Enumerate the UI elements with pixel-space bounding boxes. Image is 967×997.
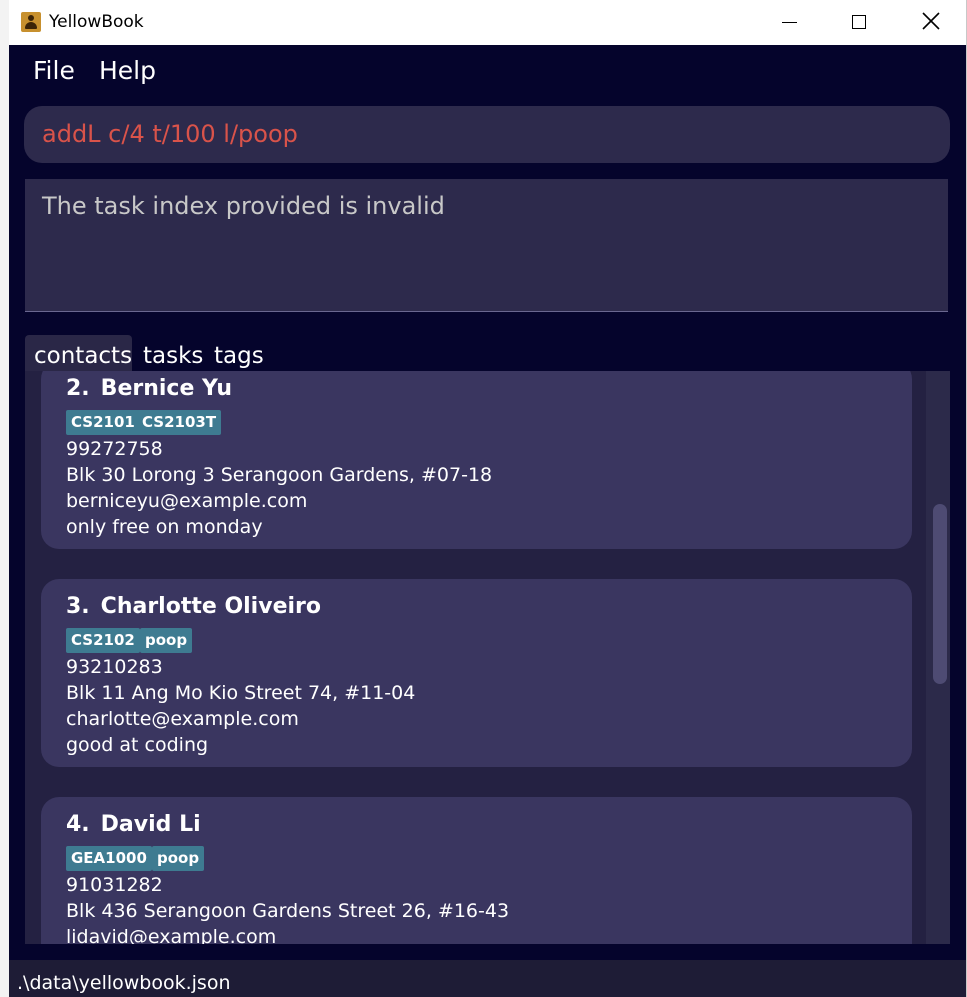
contact-address: Blk 436 Serangoon Gardens Street 26, #16… — [66, 900, 510, 922]
close-icon — [922, 12, 940, 30]
window-title: YellowBook — [49, 12, 144, 32]
contact-address: Blk 30 Lorong 3 Serangoon Gardens, #07-1… — [66, 464, 493, 486]
contact-name-text: Charlotte Oliveiro — [100, 594, 321, 619]
contact-email: charlotte@example.com — [66, 708, 299, 730]
tag-badge: CS2102 — [66, 628, 140, 653]
contact-index: 3. — [66, 594, 90, 619]
maximize-icon — [852, 15, 866, 29]
tab-tasks[interactable]: tasks — [134, 335, 204, 371]
contact-name-text: David Li — [100, 812, 201, 837]
contact-index: 2. — [66, 376, 90, 401]
contact-name: 2. Bernice Yu — [66, 376, 232, 401]
contact-remark: only free on monday — [66, 516, 263, 538]
contact-card[interactable]: 3. Charlotte Oliveiro CS2102 poop 9321028… — [41, 579, 912, 767]
contact-name-text: Bernice Yu — [100, 376, 233, 401]
tag-badge: poop — [140, 628, 193, 653]
contact-address: Blk 11 Ang Mo Kio Street 74, #11-04 — [66, 682, 416, 704]
result-message: The task index provided is invalid — [42, 192, 445, 220]
save-file-path: .\data\yellowbook.json — [17, 972, 231, 994]
contact-phone: 91031282 — [66, 874, 163, 896]
maximize-button[interactable] — [824, 0, 894, 45]
app-window: YellowBook File Help addL c/4 t/100 l/po… — [9, 0, 967, 997]
result-display: The task index provided is invalid — [25, 179, 948, 312]
contact-card[interactable]: 2. Bernice Yu CS2101 CS2103T 99272758 Blk… — [41, 371, 912, 549]
contact-phone: 99272758 — [66, 438, 163, 460]
background-window — [0, 0, 9, 997]
contact-name: 4. David Li — [66, 812, 201, 837]
menu-help[interactable]: Help — [99, 56, 156, 85]
minimize-button[interactable] — [754, 0, 824, 45]
status-bar: .\data\yellowbook.json — [9, 960, 966, 997]
menu-file[interactable]: File — [33, 56, 75, 85]
contact-remark: good at coding — [66, 734, 209, 756]
menu-bar: File Help — [9, 45, 966, 100]
title-bar: YellowBook — [9, 0, 966, 45]
scrollbar-thumb[interactable] — [933, 504, 947, 684]
command-input[interactable]: addL c/4 t/100 l/poop — [24, 106, 950, 163]
contact-book-icon — [21, 12, 41, 32]
contact-phone: 93210283 — [66, 656, 163, 678]
tag-badge: CS2103T — [137, 410, 222, 435]
contact-email: lidavid@example.com — [66, 926, 277, 944]
tab-contacts[interactable]: contacts — [25, 335, 132, 371]
tag-badge: CS2101 — [66, 410, 140, 435]
contact-index: 4. — [66, 812, 90, 837]
tag-badge: poop — [152, 846, 205, 871]
contact-email: berniceyu@example.com — [66, 490, 308, 512]
contact-card[interactable]: 4. David Li GEA1000 poop 91031282 Blk 436… — [41, 797, 912, 944]
contact-name: 3. Charlotte Oliveiro — [66, 594, 321, 619]
tab-tags[interactable]: tags — [205, 335, 275, 371]
tag-badge: GEA1000 — [66, 846, 152, 871]
close-button[interactable] — [894, 0, 964, 45]
contact-list[interactable]: 2. Bernice Yu CS2101 CS2103T 99272758 Blk… — [25, 371, 950, 944]
minimize-icon — [782, 22, 797, 23]
scrollbar[interactable] — [926, 371, 950, 944]
command-input-text: addL c/4 t/100 l/poop — [42, 120, 298, 148]
